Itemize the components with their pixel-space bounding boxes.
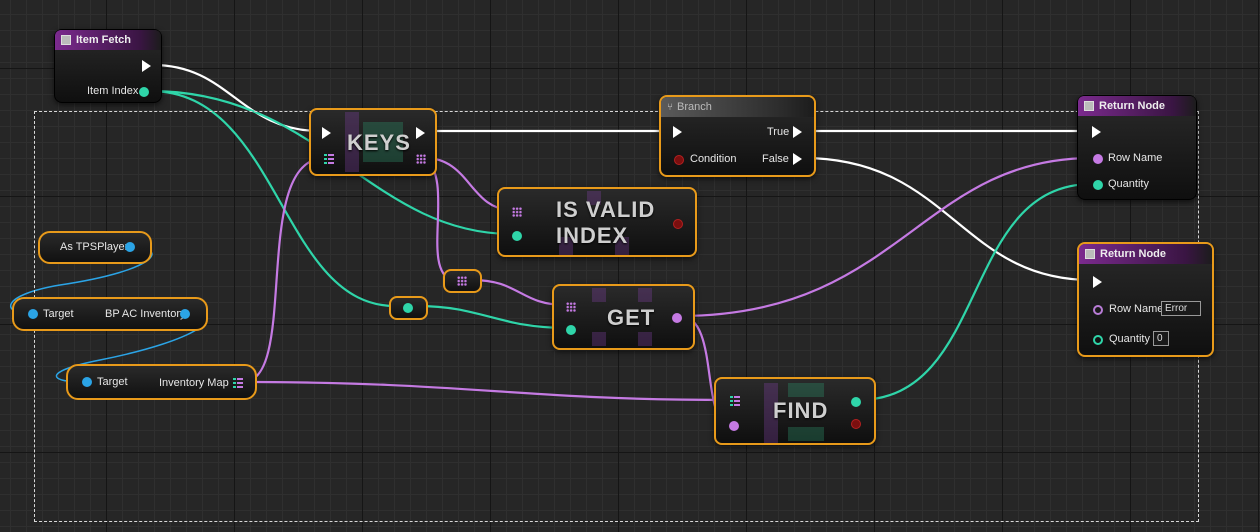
return-node-1-rowname-label: Row Name: [1108, 152, 1163, 164]
keys-exec-in-pin[interactable]: [322, 127, 331, 139]
bp-ac-inventory-target-label: Target: [43, 308, 74, 320]
return-node-2-quantity-input[interactable]: 0: [1153, 331, 1169, 346]
item-fetch-exec-out-pin[interactable]: [142, 60, 151, 72]
keys-node[interactable]: KEYS: [309, 108, 437, 176]
return-node-2-rowname-input[interactable]: Error: [1161, 301, 1201, 316]
branch-exec-in-pin[interactable]: [673, 126, 682, 138]
reroute-node-int[interactable]: [389, 296, 428, 320]
bp-ac-inventory-label: BP AC Inventory: [105, 308, 186, 320]
bp-ac-inventory-target-pin[interactable]: [28, 309, 38, 319]
get-title: GET: [607, 305, 656, 330]
keys-exec-out-pin[interactable]: [416, 127, 425, 139]
inventory-map-out-pin[interactable]: [233, 378, 243, 388]
find-value-pin[interactable]: [851, 397, 861, 407]
find-key-pin[interactable]: [729, 421, 739, 431]
as-tps-player-node[interactable]: As TPSPlayer: [38, 231, 152, 264]
get-node[interactable]: GET: [552, 284, 695, 350]
get-return-pin[interactable]: [672, 313, 682, 323]
find-map-pin[interactable]: [730, 396, 740, 406]
is-valid-index-return-pin[interactable]: [673, 219, 683, 229]
inventory-map-node[interactable]: Target Inventory Map: [66, 364, 257, 400]
is-valid-index-set-pin[interactable]: [512, 207, 522, 217]
is-valid-index-int-pin[interactable]: [512, 231, 522, 241]
return-node-2-header[interactable]: Return Node: [1079, 244, 1212, 264]
set-container-icon[interactable]: [457, 276, 467, 286]
is-valid-index-node[interactable]: IS VALID INDEX: [497, 187, 697, 257]
item-fetch-title: Item Fetch: [76, 34, 132, 46]
reroute-int-pin[interactable]: [403, 303, 413, 313]
function-icon: [1084, 101, 1094, 111]
keys-title: KEYS: [347, 130, 411, 155]
return-node-1[interactable]: Return Node Row Name Quantity: [1077, 95, 1197, 200]
is-valid-index-title-1: IS VALID: [556, 197, 656, 222]
inventory-map-target-pin[interactable]: [82, 377, 92, 387]
return-node-1-quantity-pin[interactable]: [1093, 180, 1103, 190]
branch-false-label: False: [762, 153, 789, 165]
return-node-2-quantity-pin[interactable]: [1093, 335, 1103, 345]
return-node-2-title: Return Node: [1100, 248, 1166, 260]
branch-true-label: True: [767, 126, 790, 138]
return-node-2-rowname-pin[interactable]: [1093, 305, 1103, 315]
branch-node[interactable]: ⑂ Branch True Condition False: [659, 95, 816, 177]
set-container-icon[interactable]: [416, 154, 426, 164]
branch-condition-label: Condition: [690, 153, 737, 165]
return-node-1-title: Return Node: [1099, 100, 1165, 112]
get-int-pin[interactable]: [566, 325, 576, 335]
return-node-2-rowname-label: Row Name: [1109, 303, 1164, 315]
return-node-1-quantity-label: Quantity: [1108, 178, 1149, 190]
reroute-node-set[interactable]: [443, 269, 482, 293]
find-node[interactable]: FIND: [714, 377, 876, 445]
inventory-map-target-label: Target: [97, 376, 128, 388]
branch-icon: ⑂: [667, 101, 673, 113]
function-icon: [1085, 249, 1095, 259]
as-tps-player-label: As TPSPlayer: [60, 241, 129, 253]
item-index-label: Item Index: [87, 85, 139, 97]
branch-false-pin[interactable]: [793, 153, 802, 165]
get-set-pin[interactable]: [566, 302, 576, 312]
return-node-2-exec-pin[interactable]: [1093, 276, 1102, 288]
bp-ac-inventory-node[interactable]: Target BP AC Inventory: [12, 297, 208, 331]
map-container-icon[interactable]: [324, 154, 334, 164]
branch-header[interactable]: ⑂ Branch: [661, 97, 814, 117]
return-node-1-exec-pin[interactable]: [1092, 126, 1101, 138]
as-tps-player-pin[interactable]: [125, 242, 135, 252]
bp-ac-inventory-out-pin[interactable]: [180, 309, 190, 319]
function-icon: [61, 35, 71, 45]
inventory-map-label: Inventory Map: [159, 377, 229, 389]
return-node-1-header[interactable]: Return Node: [1078, 96, 1196, 116]
find-found-pin[interactable]: [851, 419, 861, 429]
is-valid-index-title-2: INDEX: [556, 223, 629, 248]
return-node-2-quantity-label: Quantity: [1109, 333, 1150, 345]
item-fetch-node[interactable]: Item Fetch Item Index: [54, 29, 162, 103]
branch-true-pin[interactable]: [793, 126, 802, 138]
branch-condition-pin[interactable]: [674, 155, 684, 165]
item-fetch-header[interactable]: Item Fetch: [55, 30, 161, 50]
return-node-2[interactable]: Return Node Row Name Error Quantity 0: [1077, 242, 1214, 357]
return-node-1-rowname-pin[interactable]: [1093, 154, 1103, 164]
item-index-pin[interactable]: [139, 87, 149, 97]
find-title: FIND: [773, 398, 829, 423]
branch-title: Branch: [677, 101, 712, 113]
